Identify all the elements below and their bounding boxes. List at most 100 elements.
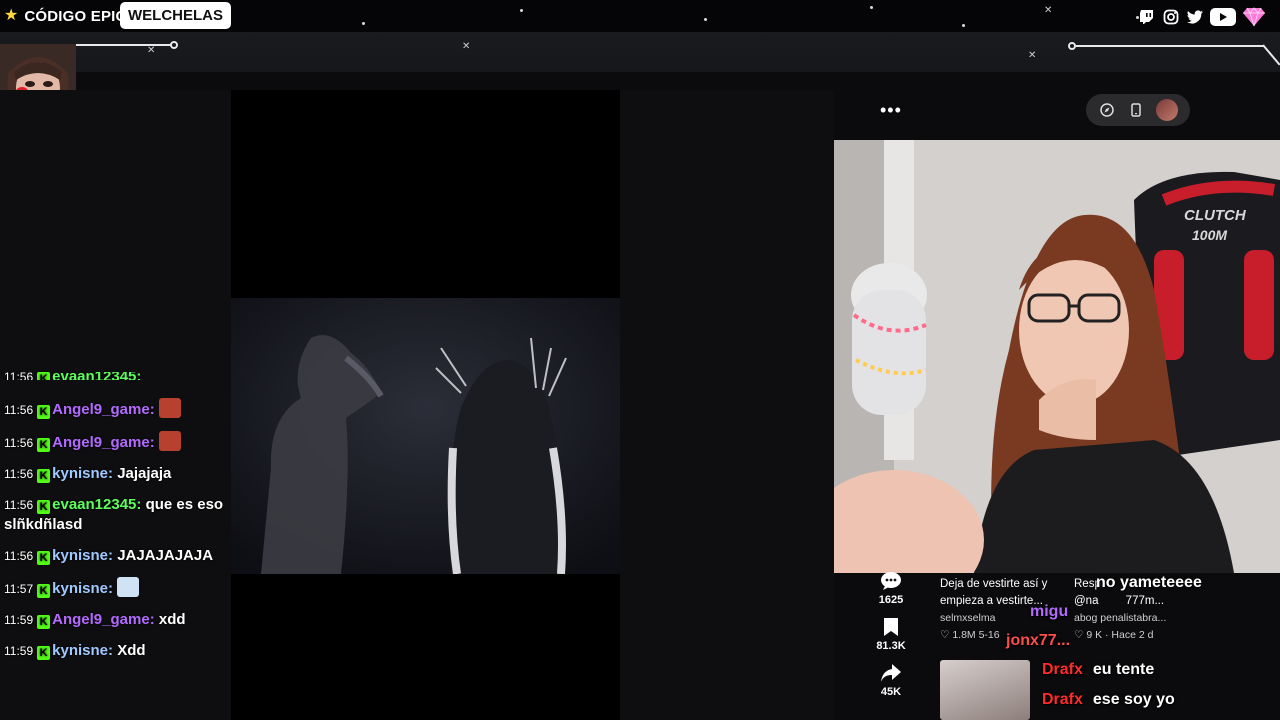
alert-username: jonx77... (1006, 632, 1071, 649)
chat-message: 11:59 K Angel9_game: xdd (4, 611, 186, 629)
comment-icon[interactable] (879, 570, 903, 592)
star-decoration (962, 24, 965, 27)
kick-badge-icon: K (37, 500, 51, 514)
chat-message: 11:56 K Angel9_game: (4, 431, 304, 453)
svg-text:CLUTCH: CLUTCH (1184, 207, 1247, 224)
phone-icon[interactable] (1127, 101, 1145, 119)
chat-text: xdd (158, 611, 186, 628)
twitter-icon[interactable] (1186, 8, 1204, 26)
tiktok-actions: 1625 81.3K 45K (868, 570, 914, 708)
compass-icon[interactable] (1098, 101, 1116, 119)
kick-badge-icon: K (37, 551, 51, 565)
chat-timestamp: 11:56 (4, 549, 34, 563)
instagram-icon[interactable] (1162, 8, 1180, 26)
alert-message: ese soy yo (1092, 691, 1175, 708)
chat-username[interactable]: kynisne (52, 580, 108, 597)
kick-badge-icon: K (37, 372, 51, 380)
star-icon: ★ (4, 7, 19, 24)
shares-count: 45K (880, 686, 902, 698)
star-decoration (362, 22, 365, 25)
chat-username[interactable]: kynisne (52, 642, 108, 659)
sparkle-decoration: ✕ (462, 41, 471, 52)
share-icon[interactable] (879, 662, 903, 684)
profile-avatar[interactable] (1156, 99, 1179, 121)
chat-timestamp: 11:56 (4, 372, 34, 380)
chat-username[interactable]: Angel9_game (52, 434, 150, 451)
chat-timestamp: 11:56 (4, 498, 34, 512)
frame-line (76, 44, 172, 46)
chat-username[interactable]: Angel9_game (52, 611, 150, 628)
bookmark-icon[interactable] (879, 616, 903, 638)
chat-timestamp: 11:56 (4, 467, 34, 481)
alert-username: migu (1030, 603, 1069, 620)
alert-username: Drafx (1042, 691, 1083, 708)
saves-count: 81.3K (876, 640, 906, 652)
alert-line: migu (1030, 603, 1068, 621)
chat-overlay: 11:56Kevaan12345: 11:56KAngel9_game: 11:… (4, 372, 304, 672)
chat-timestamp: 11:59 (4, 644, 34, 658)
kick-badge-icon: K (37, 405, 51, 419)
chat-message: 11:57 Kkynisne: (4, 577, 304, 599)
star-decoration (520, 9, 523, 12)
promo-badge: ★ CÓDIGO EPIC (4, 3, 127, 29)
emote-icon (117, 577, 140, 597)
chat-username[interactable]: kynisne (52, 547, 108, 564)
alert-line: jonx77... (1006, 632, 1070, 650)
feed-card-mention: @na (1074, 595, 1099, 607)
feed-card-title: Deja de vestirte así y (940, 578, 1048, 590)
sparkle-decoration: ✕ (1028, 50, 1037, 61)
frame-line (1076, 45, 1264, 47)
chat-username[interactable]: kynisne (52, 465, 108, 482)
kick-badge-icon: K (37, 615, 51, 629)
streamer-webcam: CLUTCH 100M (834, 140, 1280, 573)
feed-card-mention-fragment: 777m... (1125, 595, 1165, 607)
alert-username: Drafx (1042, 661, 1083, 678)
youtube-icon[interactable] (1210, 8, 1236, 26)
kick-badge-icon: K (37, 469, 51, 483)
emote-icon (158, 431, 181, 451)
overlay-frame: ✕ ✕ ✕ ✕ (0, 5, 1280, 72)
alert-line: no yameteeee (1096, 574, 1202, 592)
feed-card-meta: ♡ 9 K · Hace 2 d (1074, 629, 1154, 641)
chat-message: 11:56 Kkynisne: Jajajaja (4, 465, 172, 483)
frame-line (1262, 44, 1280, 66)
stream-top-banner: ★ CÓDIGO EPIC WELCHELAS (0, 0, 1280, 32)
chat-timestamp: 11:57 (4, 582, 34, 596)
chat-message: 11:56Kevaan12345: (4, 372, 304, 380)
chat-text: Jajajaja (117, 465, 172, 482)
svg-text:100M: 100M (1192, 227, 1227, 243)
promo-text: CÓDIGO EPIC (24, 7, 127, 25)
feed-thumbnail[interactable] (940, 660, 1030, 720)
feed-card-title: @na 777m... (1074, 593, 1204, 610)
alert-line: Drafx eu tente (1042, 661, 1154, 679)
chat-username[interactable]: Angel9_game (52, 401, 150, 418)
kick-badge-icon: K (37, 438, 51, 452)
kick-badge-icon: K (37, 646, 51, 660)
sparkle-decoration: ✕ (147, 45, 156, 56)
frame-node (170, 41, 178, 49)
twitch-icon[interactable] (1138, 8, 1156, 26)
creator-code-badge: WELCHELAS (120, 2, 231, 29)
chat-message: 11:56 Kkynisne: JAJAJAJAJA (4, 547, 214, 565)
chat-timestamp: 11:59 (4, 613, 34, 627)
chat-text: Xdd (117, 642, 146, 659)
alert-message: eu tente (1092, 661, 1155, 678)
capture-right-panel (620, 90, 834, 720)
alert-username: no yameteeee (1096, 574, 1202, 591)
gem-icon (1242, 6, 1266, 28)
chat-message: 11:56 Kevaan12345: que es eso slñkdñlasd (4, 496, 224, 533)
chat-timestamp: 11:56 (4, 403, 34, 417)
kick-badge-icon: K (37, 584, 51, 598)
social-links (1138, 6, 1266, 28)
star-decoration (870, 6, 873, 9)
chat-username[interactable]: evaan12345 (52, 372, 136, 380)
chat-message: 11:56 K Angel9_game: (4, 398, 304, 420)
device-toolbar (1086, 94, 1190, 126)
star-decoration (704, 18, 707, 21)
more-options-button[interactable]: ••• (880, 100, 902, 121)
chat-username[interactable]: evaan12345 (52, 496, 136, 513)
comments-count: 1625 (878, 594, 904, 606)
chat-timestamp: 11:56 (4, 436, 34, 450)
chat-message: 11:59 Kkynisne: Xdd (4, 642, 146, 660)
emote-icon (158, 398, 181, 418)
